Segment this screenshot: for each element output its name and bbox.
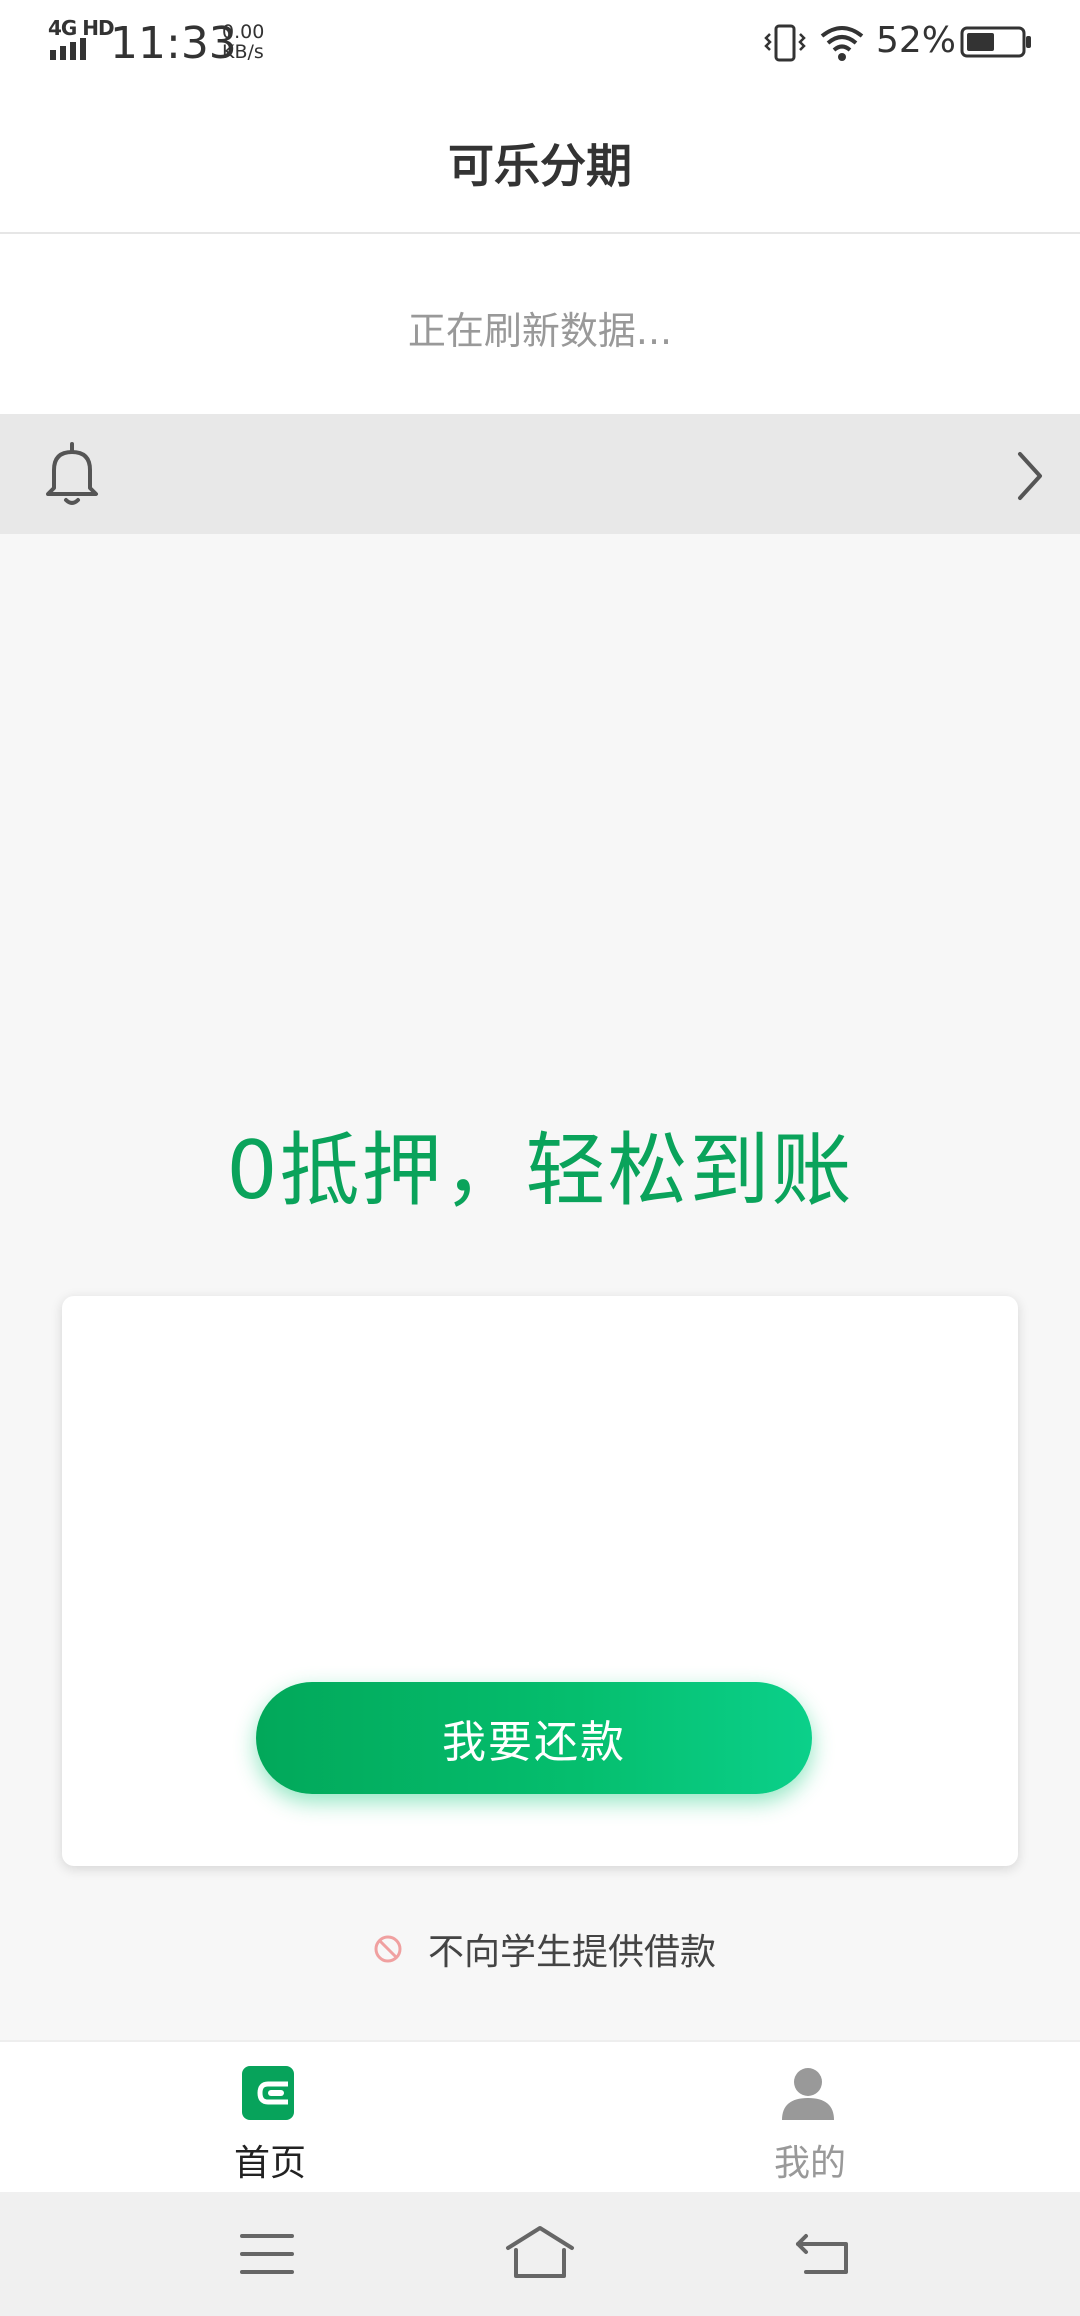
- page-title: 可乐分期: [448, 139, 632, 193]
- battery-icon: [960, 26, 1031, 58]
- speed-unit: KB/s: [222, 41, 264, 63]
- tab-home[interactable]: 首页: [0, 2042, 540, 2194]
- wallet-icon: [242, 2066, 294, 2120]
- vibrate-icon: [764, 24, 806, 62]
- chevron-right-icon[interactable]: [1010, 448, 1050, 504]
- app-header: 可乐分期: [0, 86, 1080, 234]
- status-time: 11:33: [110, 18, 237, 69]
- tab-home-label: 首页: [233, 2143, 306, 2184]
- menu-icon[interactable]: [240, 2230, 294, 2278]
- repay-button[interactable]: 我要还款: [256, 1682, 812, 1794]
- tab-mine[interactable]: 我的: [540, 2042, 1080, 2194]
- speed-value: 0.00: [222, 21, 265, 43]
- system-navigation-bar: [0, 2192, 1080, 2316]
- status-bar: 4G HD 11:33 0.00 KB/s 52%: [0, 0, 1080, 86]
- battery-percent: 52%: [876, 20, 957, 61]
- tab-bar: 首页 我的: [0, 2040, 1080, 2194]
- notice-bar[interactable]: [0, 414, 1080, 534]
- home-icon[interactable]: [504, 2222, 576, 2282]
- person-icon: [782, 2068, 834, 2120]
- network-speed: 0.00 KB/s: [222, 22, 264, 62]
- signal-icon: [50, 38, 86, 60]
- bell-icon: [46, 442, 98, 505]
- student-notice: 不向学生提供借款: [372, 1924, 716, 1974]
- tab-mine-label: 我的: [773, 2143, 846, 2184]
- ban-icon: [374, 1935, 402, 1963]
- back-icon[interactable]: [794, 2228, 852, 2278]
- slogan: 0抵押，轻松到账: [226, 1124, 854, 1217]
- wifi-icon: [820, 26, 864, 61]
- refresh-text: 正在刷新数据...: [407, 309, 673, 353]
- student-notice-text: 不向学生提供借款: [428, 1932, 717, 1973]
- refresh-indicator: 正在刷新数据...: [0, 234, 1080, 414]
